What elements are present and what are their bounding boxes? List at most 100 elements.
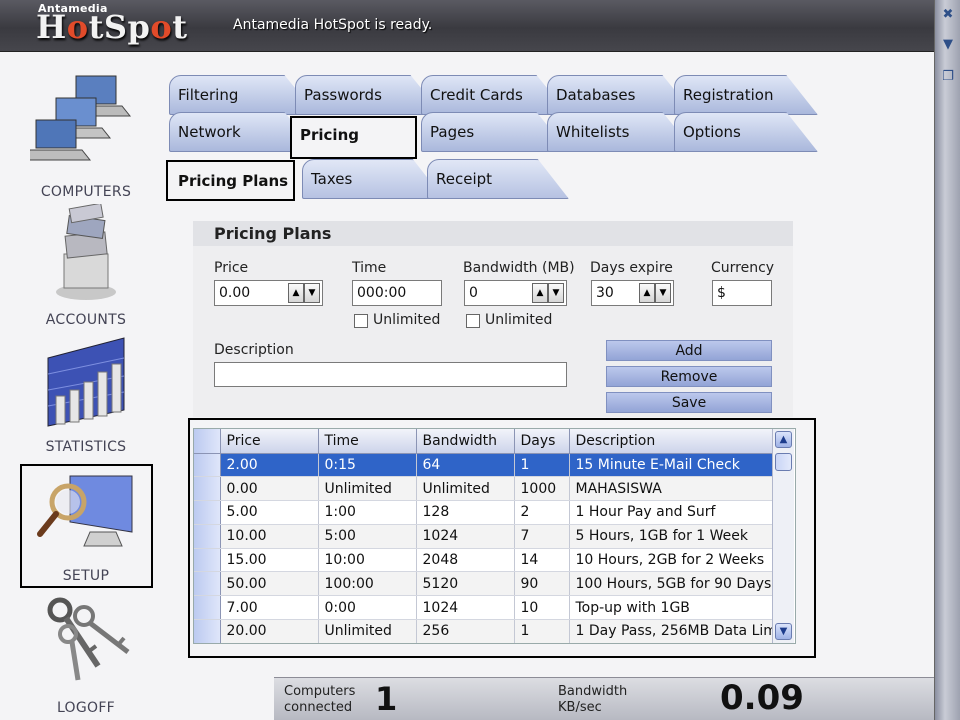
description-cell: Top-up with 1GB <box>569 595 788 621</box>
row-selector[interactable] <box>194 595 221 621</box>
row-selector[interactable] <box>194 548 221 573</box>
sidebar: COMPUTERS ACCOUNTS STATISTICS SETUP LOGO… <box>0 52 168 720</box>
spin-down-icon[interactable]: ▼ <box>655 283 671 303</box>
sidebar-item-statistics[interactable]: STATISTICS <box>20 334 152 459</box>
table-row[interactable]: 15.00 10:00 2048 14 10 Hours, 2GB for 2 Week… <box>194 548 788 573</box>
row-selector[interactable] <box>194 453 221 478</box>
table-row[interactable]: 7.00 0:00 1024 10 Top-up with 1GB <box>194 595 788 621</box>
days-cell: 7 <box>514 524 570 549</box>
description-cell: 5 Hours, 1GB for 1 Week <box>569 524 788 549</box>
table-row[interactable]: 2.00 0:15 64 1 15 Minute E-Mail Check <box>194 453 788 478</box>
plans-grid: Price Time Bandwidth Days Description 2.… <box>194 429 788 643</box>
currency-label: Currency <box>711 260 775 276</box>
sidebar-item-setup[interactable]: SETUP <box>20 466 152 588</box>
bandwidth-label: Bandwidth (MB) <box>463 260 575 276</box>
computers-connected-label: Computers connected <box>284 684 356 715</box>
tab-pricing-plans[interactable]: Pricing Plans <box>170 162 292 198</box>
time-unlimited-checkbox[interactable] <box>354 314 368 328</box>
tab-taxes[interactable]: Taxes <box>302 159 444 199</box>
pricing-plans-panel: Pricing Plans Price 0.00 ▲ ▼ Time 000:00 … <box>193 221 793 417</box>
table-row[interactable]: 0.00 Unlimited Unlimited 1000 MAHASISWA <box>194 476 788 502</box>
status-bar: Computers connected 1 Bandwidth KB/sec 0.0… <box>274 677 934 720</box>
bandwidth-cell: 5120 <box>416 571 515 597</box>
pricing-plans-table: Price Time Bandwidth Days Description 2.… <box>193 428 796 644</box>
panel-header: Pricing Plans <box>193 221 793 246</box>
price-field[interactable]: 0.00 ▲ ▼ <box>214 280 323 306</box>
price-stepper[interactable]: ▲ ▼ <box>288 283 320 303</box>
column-header-time[interactable]: Time <box>318 429 417 454</box>
tab-pages[interactable]: Pages <box>421 112 569 152</box>
scroll-thumb[interactable] <box>775 453 792 471</box>
logo-hotspot: HotSpot <box>36 8 188 46</box>
save-button[interactable]: Save <box>606 392 772 413</box>
scroll-down-icon[interactable]: ▼ <box>775 623 792 640</box>
price-cell: 15.00 <box>220 548 319 573</box>
days-expire-label: Days expire <box>590 260 673 276</box>
column-header-bandwidth[interactable]: Bandwidth <box>416 429 515 454</box>
table-row[interactable]: 10.00 5:00 1024 7 5 Hours, 1GB for 1 Week <box>194 524 788 549</box>
row-selector[interactable] <box>194 524 221 549</box>
column-header-price[interactable]: Price <box>220 429 319 454</box>
tab-credit-cards[interactable]: Credit Cards <box>421 75 569 115</box>
tab-receipt[interactable]: Receipt <box>427 159 569 199</box>
time-unlimited-label: Unlimited <box>373 312 441 328</box>
spin-up-icon[interactable]: ▲ <box>532 283 548 303</box>
scroll-up-icon[interactable]: ▲ <box>775 431 792 448</box>
bandwidth-cell: 128 <box>416 500 515 525</box>
time-cell: 0:00 <box>318 595 417 621</box>
close-icon[interactable]: ✖ <box>940 8 956 22</box>
tab-registration[interactable]: Registration <box>674 75 818 115</box>
spin-down-icon[interactable]: ▼ <box>304 283 320 303</box>
row-selector-header[interactable] <box>194 429 221 454</box>
minimize-icon[interactable]: ▼ <box>940 38 956 52</box>
accounts-icon <box>56 204 116 300</box>
tab-options[interactable]: Options <box>674 112 818 152</box>
days-expire-stepper[interactable]: ▲ ▼ <box>639 283 671 303</box>
remove-button[interactable]: Remove <box>606 366 772 387</box>
table-row[interactable]: 20.00 Unlimited 256 1 1 Day Pass, 256MB Data… <box>194 619 788 643</box>
spin-up-icon[interactable]: ▲ <box>288 283 304 303</box>
currency-field[interactable]: $ <box>712 280 772 306</box>
bandwidth-unlimited-label: Unlimited <box>485 312 553 328</box>
row-selector[interactable] <box>194 476 221 502</box>
column-header-description[interactable]: Description <box>569 429 788 454</box>
bandwidth-unlimited-checkbox[interactable] <box>466 314 480 328</box>
time-field[interactable]: 000:00 <box>352 280 442 306</box>
price-cell: 0.00 <box>220 476 319 502</box>
restore-icon[interactable]: ❐ <box>940 70 956 84</box>
tab-pricing[interactable]: Pricing <box>292 116 414 156</box>
bandwidth-field[interactable]: 0 ▲ ▼ <box>464 280 567 306</box>
sidebar-item-accounts[interactable]: ACCOUNTS <box>20 204 152 329</box>
currency-value: $ <box>717 285 726 301</box>
row-selector[interactable] <box>194 500 221 525</box>
days-cell: 10 <box>514 595 570 621</box>
tab-whitelists[interactable]: Whitelists <box>547 112 695 152</box>
days-cell: 1 <box>514 619 570 643</box>
tab-passwords[interactable]: Passwords <box>295 75 443 115</box>
days-cell: 14 <box>514 548 570 573</box>
table-row[interactable]: 50.00 100:00 5120 90 100 Hours, 5GB for 90 D… <box>194 571 788 597</box>
tab-databases[interactable]: Databases <box>547 75 695 115</box>
bandwidth-cell: Unlimited <box>416 476 515 502</box>
description-field[interactable] <box>214 362 567 387</box>
spin-up-icon[interactable]: ▲ <box>639 283 655 303</box>
days-expire-field[interactable]: 30 ▲ ▼ <box>591 280 674 306</box>
spin-down-icon[interactable]: ▼ <box>548 283 564 303</box>
sidebar-item-computers[interactable]: COMPUTERS <box>20 72 152 202</box>
row-selector[interactable] <box>194 571 221 597</box>
column-header-days[interactable]: Days <box>514 429 570 454</box>
price-cell: 7.00 <box>220 595 319 621</box>
add-button[interactable]: Add <box>606 340 772 361</box>
tab-filtering[interactable]: Filtering <box>169 75 317 115</box>
panel-title: Pricing Plans <box>214 224 332 243</box>
bandwidth-rate-value: 0.09 <box>720 678 804 718</box>
table-row[interactable]: 5.00 1:00 128 2 1 Hour Pay and Surf <box>194 500 788 525</box>
description-cell: 1 Day Pass, 256MB Data Limit <box>569 619 788 643</box>
sidebar-item-logoff[interactable]: LOGOFF <box>20 596 152 716</box>
sidebar-item-label: LOGOFF <box>56 700 116 716</box>
row-selector[interactable] <box>194 619 221 643</box>
bandwidth-stepper[interactable]: ▲ ▼ <box>532 283 564 303</box>
price-label: Price <box>214 260 249 276</box>
table-scrollbar[interactable]: ▲ ▼ <box>772 429 794 643</box>
time-cell: 5:00 <box>318 524 417 549</box>
